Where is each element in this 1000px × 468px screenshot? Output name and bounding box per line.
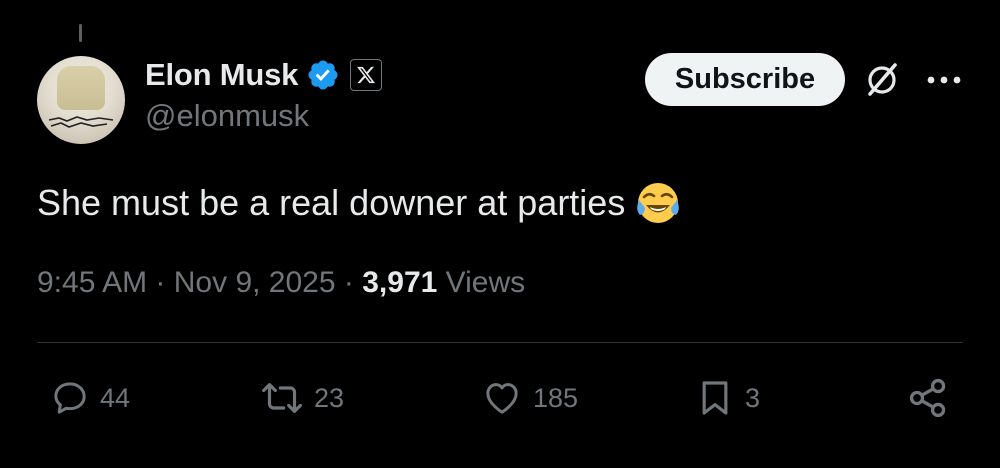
bookmark-icon xyxy=(702,381,728,415)
tweet-date[interactable]: Nov 9, 2025 xyxy=(174,266,336,299)
share-button[interactable] xyxy=(906,376,950,420)
subscribe-button[interactable]: Subscribe xyxy=(645,53,845,106)
tweet-body: She must be a real downer at parties xyxy=(37,180,681,226)
meta-separator: · xyxy=(155,266,166,299)
bookmark-button[interactable]: 3 xyxy=(695,376,760,420)
bookmark-count: 3 xyxy=(745,382,761,413)
x-affiliation-icon[interactable] xyxy=(350,59,383,91)
repost-button[interactable]: 23 xyxy=(258,376,344,420)
reply-icon xyxy=(54,382,86,414)
heart-icon xyxy=(486,383,518,414)
avatar-graffiti xyxy=(48,116,114,128)
views-label: Views xyxy=(445,266,526,299)
divider xyxy=(37,342,963,343)
like-count: 185 xyxy=(533,382,579,413)
reply-button[interactable]: 44 xyxy=(50,376,130,420)
author-display-name[interactable]: Elon Musk xyxy=(145,57,298,93)
tweet-meta: 9:45 AM · Nov 9, 2025 · 3,971 Views xyxy=(37,266,525,300)
avatar-image xyxy=(57,66,105,110)
reply-count: 44 xyxy=(100,382,131,413)
more-options-icon[interactable] xyxy=(925,70,963,90)
x-logo-icon xyxy=(357,66,376,84)
repost-count: 23 xyxy=(314,382,345,413)
author-name-row: Elon Musk xyxy=(145,54,383,96)
share-icon xyxy=(909,378,946,418)
meta-separator: · xyxy=(343,266,354,299)
tweet-time[interactable]: 9:45 AM xyxy=(37,266,147,299)
thread-connector-line xyxy=(79,24,82,42)
views-count: 3,971 xyxy=(362,266,438,299)
tweet-text: She must be a real downer at parties xyxy=(37,182,626,223)
grok-icon[interactable] xyxy=(862,60,902,100)
avatar[interactable] xyxy=(37,56,125,144)
face-with-tears-of-joy-icon xyxy=(637,183,680,223)
repost-icon xyxy=(262,383,302,413)
like-button[interactable]: 185 xyxy=(480,376,578,420)
verified-badge-icon[interactable] xyxy=(306,58,340,92)
author-handle[interactable]: @elonmusk xyxy=(145,98,309,134)
